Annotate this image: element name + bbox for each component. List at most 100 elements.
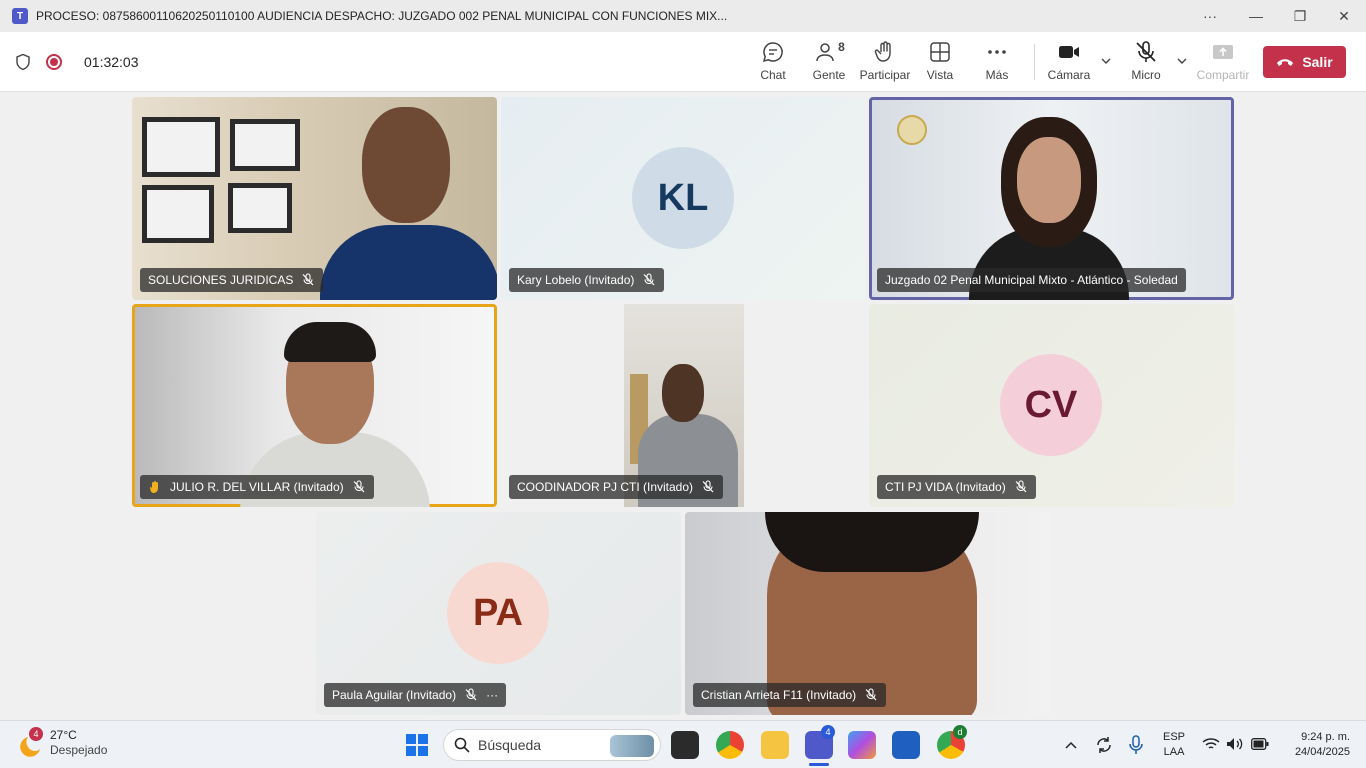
participant-name: Paula Aguilar (Invitado) (332, 688, 457, 702)
teams-taskbar-icon[interactable]: 4 (805, 725, 835, 766)
minimize-button[interactable]: — (1234, 0, 1278, 32)
mic-options-chevron-icon[interactable] (1175, 54, 1189, 68)
chat-button[interactable]: Chat (759, 40, 787, 88)
participant-name: SOLUCIONES JURIDICAS (148, 273, 294, 287)
raise-hand-button[interactable]: Participar (860, 40, 910, 88)
participant-name-tag: JULIO R. DEL VILLAR (Invitado) (140, 475, 374, 499)
raised-hand-icon (149, 481, 158, 493)
participant-name: Kary Lobelo (Invitado) (517, 273, 635, 287)
mic-off-icon (353, 480, 365, 493)
participant-tile-soluciones-juridicas[interactable]: SOLUCIONES JURIDICAS (132, 97, 497, 300)
view-label: Vista (926, 68, 954, 82)
participant-name: Juzgado 02 Penal Municipal Mixto - Atlán… (885, 273, 1178, 287)
chat-label: Chat (760, 68, 786, 82)
mic-off-icon (643, 273, 655, 286)
weather-text[interactable]: 27°C Despejado (50, 728, 107, 758)
windows-taskbar: 4 27°C Despejado Búsqueda 4 d ESP LAA 9:… (0, 720, 1366, 768)
share-icon (1213, 45, 1233, 59)
chrome-profile-badge: d (953, 725, 967, 739)
participant-tile-cti-pj-vida[interactable]: CV CTI PJ VIDA (Invitado) (869, 304, 1234, 507)
wall-frame (142, 185, 214, 243)
avatar: PA (447, 562, 549, 664)
mic-label: Micro (1131, 68, 1161, 82)
wall-frame (142, 117, 220, 177)
copilot-icon[interactable] (848, 731, 876, 759)
participant-name-tag: COODINADOR PJ CTI (Invitado) (509, 475, 724, 499)
mic-button[interactable]: Micro (1131, 40, 1161, 88)
clock-date: 24/04/2025 (1294, 746, 1350, 758)
mic-off-icon (1015, 480, 1027, 493)
people-icon (816, 43, 834, 62)
window-title: PROCESO: 08758600110620250110100 AUDIENC… (36, 9, 728, 23)
share-button[interactable]: Compartir (1197, 40, 1249, 88)
participant-name: CTI PJ VIDA (Invitado) (885, 480, 1006, 494)
more-icon (988, 50, 1006, 54)
meeting-timer: 01:32:03 (84, 54, 139, 70)
clock-time: 9:24 p. m. (1301, 731, 1350, 743)
teams-icon: T (12, 8, 28, 24)
volume-icon[interactable] (1226, 737, 1244, 751)
avatar: KL (632, 147, 734, 249)
participant-name-tag: Paula Aguilar (Invitado) ··· (324, 683, 507, 707)
close-button[interactable]: ✕ (1322, 0, 1366, 32)
participant-tile-kary-lobelo[interactable]: KL Kary Lobelo (Invitado) (501, 97, 865, 300)
participant-tile-paula-aguilar[interactable]: PA Paula Aguilar (Invitado) ··· (316, 512, 681, 715)
sync-icon[interactable] (1094, 735, 1114, 755)
more-button[interactable]: Más (984, 40, 1010, 88)
participant-tile-juzgado[interactable]: Juzgado 02 Penal Municipal Mixto - Atlán… (869, 97, 1234, 300)
file-explorer-icon[interactable] (761, 731, 789, 759)
task-view-icon[interactable] (671, 731, 699, 759)
recording-icon (46, 54, 62, 70)
title-bar: T PROCESO: 08758600110620250110100 AUDIE… (0, 0, 1366, 32)
people-count: 8 (838, 40, 845, 54)
participant-tile-coordinador-pj-cti[interactable]: COODINADOR PJ CTI (Invitado) (501, 304, 865, 507)
participant-name-tag: Juzgado 02 Penal Municipal Mixto - Atlán… (877, 268, 1186, 292)
participant-name: COODINADOR PJ CTI (Invitado) (517, 480, 694, 494)
people-button[interactable]: 8 Gente (812, 40, 846, 88)
active-app-indicator (809, 763, 829, 766)
mic-off-icon (702, 480, 714, 493)
leave-button[interactable]: Salir (1263, 46, 1346, 78)
camera-button[interactable]: Cámara (1048, 40, 1090, 88)
wifi-icon[interactable] (1202, 737, 1220, 751)
participant-name-tag: SOLUCIONES JURIDICAS (140, 268, 324, 292)
chrome-profile-icon[interactable]: d (937, 725, 967, 759)
grid-view-icon (930, 42, 950, 62)
weather-badge: 4 (29, 727, 43, 741)
hang-up-icon (1277, 59, 1294, 66)
video-stage: SOLUCIONES JURIDICAS KL Kary Lobelo (Inv… (0, 92, 1366, 720)
shield-icon[interactable] (14, 53, 32, 71)
participant-tile-cristian-arrieta[interactable]: Cristian Arrieta F11 (Invitado) (685, 512, 1050, 715)
camera-options-chevron-icon[interactable] (1099, 54, 1113, 68)
system-clock[interactable]: 9:24 p. m. 24/04/2025 (1280, 730, 1350, 760)
participant-name-tag: Cristian Arrieta F11 (Invitado) (693, 683, 887, 707)
search-placeholder: Búsqueda (478, 737, 542, 753)
input-language[interactable]: ESP LAA (1163, 730, 1185, 760)
battery-icon[interactable] (1251, 738, 1269, 750)
mic-off-icon (865, 688, 877, 701)
chevron-up-icon[interactable] (1064, 739, 1078, 751)
windows-start-icon[interactable] (405, 733, 429, 757)
temperature: 27°C (50, 728, 77, 742)
taskbar-search[interactable]: Búsqueda (443, 729, 661, 761)
participant-name-tag: Kary Lobelo (Invitado) (509, 268, 665, 292)
person-hair (284, 322, 376, 362)
weather-widget[interactable]: 4 (18, 727, 44, 757)
participant-more-button[interactable]: ··· (486, 688, 498, 702)
weather-condition: Despejado (50, 743, 108, 757)
restore-button[interactable]: ❐ (1278, 0, 1322, 32)
camera-icon (1059, 46, 1079, 58)
window-more-button[interactable]: ··· (1188, 0, 1232, 32)
participant-tile-julio-del-villar[interactable]: JULIO R. DEL VILLAR (Invitado) (132, 304, 497, 507)
chrome-icon[interactable] (716, 731, 744, 759)
mic-off-icon (302, 273, 314, 286)
mic-off-icon (465, 688, 477, 701)
store-icon[interactable] (892, 731, 920, 759)
microphone-icon[interactable] (1128, 735, 1144, 755)
participant-name-tag: CTI PJ VIDA (Invitado) (877, 475, 1036, 499)
leave-label: Salir (1302, 54, 1333, 70)
mic-off-icon (1136, 41, 1156, 62)
view-button[interactable]: Vista (926, 40, 954, 88)
avatar: CV (1000, 354, 1102, 456)
coat-of-arms-logo (897, 115, 927, 145)
